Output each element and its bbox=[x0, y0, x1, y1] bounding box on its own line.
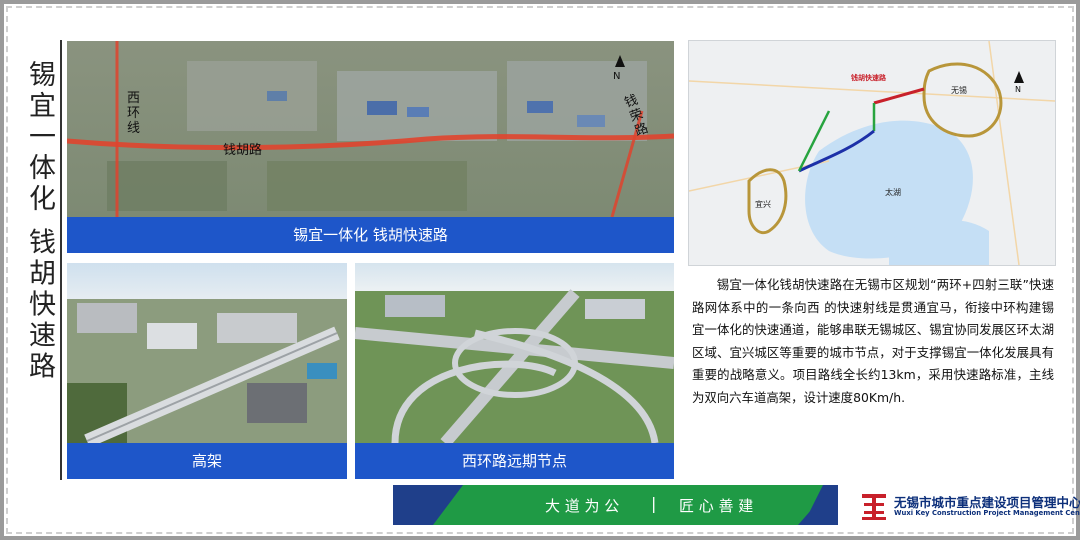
interchange-caption: 西环路远期节点 bbox=[355, 443, 674, 479]
slogan-right: 匠 心 善 建 bbox=[679, 497, 754, 515]
north-label: N bbox=[613, 71, 621, 82]
title-divider bbox=[60, 40, 62, 480]
organization-name-en: Wuxi Key Construction Project Management… bbox=[894, 509, 1080, 517]
organization-logo: 无锡市城市重点建设项目管理中心 Wuxi Key Construction Pr… bbox=[860, 488, 1080, 524]
interchange-photo bbox=[355, 263, 674, 443]
map-wuxi-label: 无锡 bbox=[951, 86, 967, 95]
page-title-text: 锡宜一体化 钱胡快速路 bbox=[24, 60, 55, 383]
organization-emblem-icon bbox=[862, 494, 886, 520]
map-yixing-label: 宜兴 bbox=[755, 200, 771, 209]
viaduct-photo bbox=[67, 263, 347, 443]
west-ring-label: 西环线 bbox=[127, 91, 141, 136]
project-description: 锡宜一体化钱胡快速路在无锡市区规划“两环+四射三联”快速路网体系中的一条向西 的… bbox=[692, 277, 1054, 405]
page-title: 锡宜一体化 钱胡快速路 bbox=[18, 60, 60, 480]
map-north-label: N bbox=[1015, 85, 1021, 94]
top-image-caption: 锡宜一体化 钱胡快速路 bbox=[67, 217, 674, 253]
top-aerial-illustration bbox=[67, 41, 674, 217]
map-taihu-label: 太湖 bbox=[885, 188, 901, 197]
viaduct-illustration bbox=[67, 263, 347, 443]
slogan-separator: | bbox=[651, 494, 657, 513]
interchange-illustration bbox=[355, 263, 674, 443]
slogan-left: 大 道 为 公 bbox=[545, 497, 620, 515]
slogan-bar: 大 道 为 公 | 匠 心 善 建 bbox=[393, 485, 838, 525]
viaduct-caption: 高架 bbox=[67, 443, 347, 479]
map-expressway-label: 钱胡快速路 bbox=[851, 74, 886, 82]
top-aerial-photo: 西环线 钱胡路 钱荣路 N bbox=[67, 41, 674, 217]
route-map: 钱胡快速路 无锡 宜兴 太湖 N bbox=[688, 40, 1056, 266]
road-label: 钱胡路 bbox=[223, 143, 263, 158]
